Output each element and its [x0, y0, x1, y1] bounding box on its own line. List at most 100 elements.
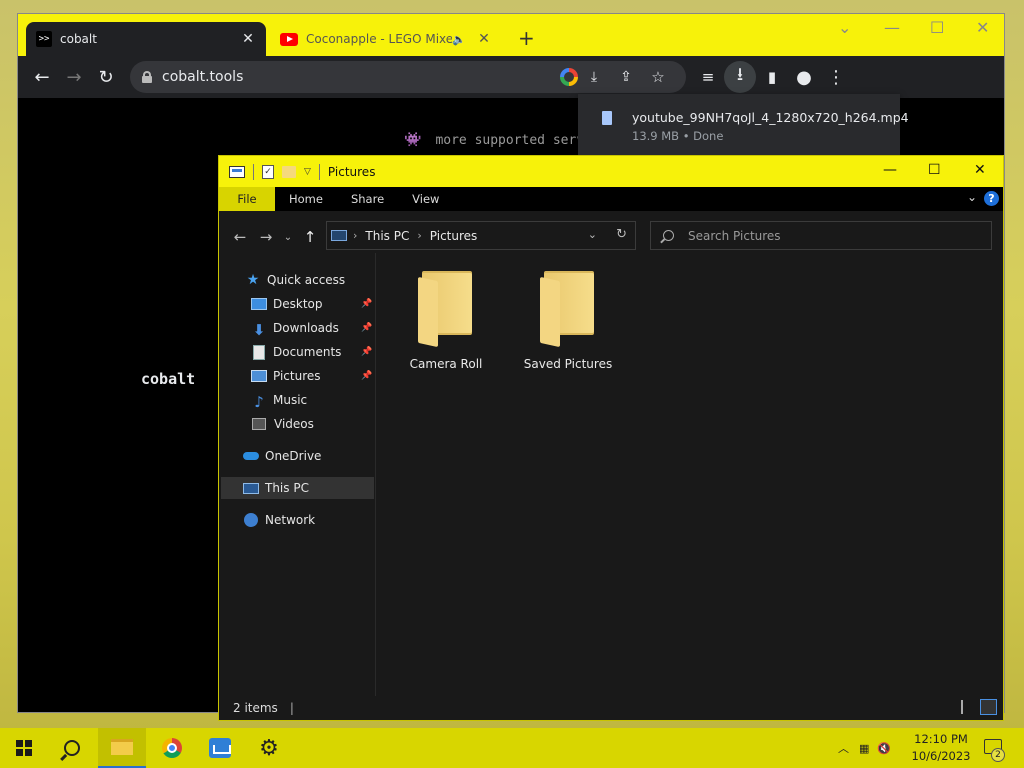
- nav-network[interactable]: Network: [243, 509, 315, 531]
- taskbar-settings[interactable]: ⚙: [245, 728, 293, 768]
- ribbon-tab-view[interactable]: View: [398, 187, 453, 211]
- network-tray-icon[interactable]: ▦: [859, 742, 869, 755]
- install-icon[interactable]: ⤓: [578, 61, 610, 93]
- youtube-icon: [280, 32, 298, 46]
- google-lens-icon[interactable]: [560, 68, 578, 86]
- details-view-icon[interactable]: [961, 700, 975, 714]
- taskbar: ⚙ ︿ ▦ 🔇 12:10 PM 10/6/2023 2: [0, 728, 1024, 768]
- bookmark-star-icon[interactable]: ☆: [642, 61, 674, 93]
- help-icon[interactable]: ?: [984, 191, 999, 206]
- chevron-right-icon[interactable]: ›: [353, 229, 357, 242]
- clock[interactable]: 12:10 PM 10/6/2023: [906, 731, 976, 765]
- pin-icon[interactable]: 📌: [361, 323, 372, 333]
- cobalt-logo: cobalt: [141, 370, 196, 388]
- large-icons-view-icon[interactable]: [980, 699, 997, 715]
- expand-ribbon-icon[interactable]: ⌄: [967, 190, 977, 204]
- media-control-icon[interactable]: ≡: [692, 61, 724, 93]
- taskbar-search-button[interactable]: [48, 728, 96, 768]
- close-tab-icon[interactable]: ✕: [240, 31, 256, 47]
- folder-camera-roll[interactable]: Camera Roll: [391, 271, 501, 371]
- pin-icon[interactable]: 📌: [361, 371, 372, 381]
- search-box[interactable]: Search Pictures: [650, 221, 992, 250]
- search-icon: [663, 230, 674, 241]
- supported-text: more supported serv: [435, 133, 585, 148]
- nav-quick-access[interactable]: ★ Quick access: [245, 269, 345, 291]
- nav-label: Network: [265, 513, 316, 527]
- forward-button[interactable]: →: [58, 61, 90, 93]
- recent-locations-icon[interactable]: ⌄: [279, 232, 297, 243]
- tab-youtube[interactable]: Coconapple - LEGO Mixels 🔈 ✕: [270, 22, 502, 56]
- volume-muted-icon[interactable]: 🔇: [877, 742, 891, 755]
- taskbar-file-explorer[interactable]: [98, 728, 146, 768]
- folder-saved-pictures[interactable]: Saved Pictures: [513, 271, 623, 371]
- nav-music[interactable]: ♪ Music: [251, 389, 307, 411]
- nav-documents[interactable]: Documents 📌: [251, 341, 376, 363]
- explorer-body: ★ Quick access Desktop 📌 ⬇ Downloads 📌 D…: [219, 253, 1003, 696]
- up-arrow-icon[interactable]: ↑: [297, 228, 323, 246]
- maximize-button[interactable]: ☐: [928, 162, 941, 178]
- nav-pictures[interactable]: Pictures 📌: [251, 365, 376, 387]
- cobalt-favicon-icon: >>: [36, 31, 52, 47]
- taskbar-app[interactable]: [196, 728, 244, 768]
- start-button[interactable]: [0, 728, 48, 768]
- profile-icon[interactable]: ●: [788, 61, 820, 93]
- lock-icon[interactable]: [142, 71, 152, 83]
- refresh-icon[interactable]: ↻: [616, 227, 627, 242]
- speaker-icon[interactable]: 🔈: [452, 33, 466, 46]
- breadcrumb-this-pc[interactable]: This PC: [365, 229, 409, 243]
- properties-icon[interactable]: ✓: [262, 164, 274, 179]
- minimize-button[interactable]: —: [883, 162, 897, 178]
- divider: |: [289, 701, 294, 715]
- share-icon[interactable]: ⇪: [610, 61, 642, 93]
- network-icon: [244, 513, 258, 527]
- side-panel-icon[interactable]: ▮: [756, 61, 788, 93]
- nav-desktop[interactable]: Desktop 📌: [251, 293, 376, 315]
- pin-icon[interactable]: 📌: [361, 299, 372, 309]
- divider: [318, 163, 320, 180]
- nav-downloads[interactable]: ⬇ Downloads 📌: [251, 317, 376, 339]
- minimize-button[interactable]: —: [884, 18, 900, 37]
- breadcrumb-pictures[interactable]: Pictures: [430, 229, 478, 243]
- close-button[interactable]: ✕: [974, 162, 986, 178]
- chevron-up-icon[interactable]: ︿: [838, 740, 849, 756]
- chevron-right-icon[interactable]: ›: [417, 229, 421, 242]
- forward-arrow-icon[interactable]: →: [253, 228, 279, 246]
- pin-icon[interactable]: 📌: [361, 347, 372, 357]
- ribbon-tab-share[interactable]: Share: [337, 187, 398, 211]
- window-icon[interactable]: [229, 165, 245, 178]
- maximize-button[interactable]: ☐: [930, 18, 944, 37]
- new-tab-button[interactable]: +: [518, 26, 535, 50]
- ribbon-tab-file[interactable]: File: [219, 187, 275, 211]
- supported-services-link[interactable]: 👾 more supported serv: [404, 132, 584, 148]
- nav-onedrive[interactable]: OneDrive: [243, 445, 321, 467]
- downloads-icon[interactable]: ⭳: [724, 61, 756, 93]
- customize-qat-icon[interactable]: ▽: [304, 167, 311, 177]
- nav-label: Videos: [274, 417, 314, 431]
- navigation-pane: ★ Quick access Desktop 📌 ⬇ Downloads 📌 D…: [219, 253, 376, 696]
- close-tab-icon[interactable]: ✕: [476, 31, 492, 47]
- download-filename[interactable]: youtube_99NH7qoJl_4_1280x720_h264.mp4: [632, 110, 909, 125]
- address-bar[interactable]: › This PC › Pictures ⌄ ↻: [326, 221, 636, 250]
- address-dropdown-icon[interactable]: ⌄: [588, 228, 597, 241]
- windows-logo-icon: [16, 740, 32, 756]
- tab-strip: >> cobalt ✕ Coconapple - LEGO Mixels 🔈 ✕…: [18, 14, 1004, 56]
- tab-search-icon[interactable]: ⌄: [838, 18, 851, 37]
- taskbar-chrome[interactable]: [148, 728, 196, 768]
- file-icon: [602, 111, 612, 125]
- ribbon-tab-home[interactable]: Home: [275, 187, 337, 211]
- download-bubble[interactable]: youtube_99NH7qoJl_4_1280x720_h264.mp4 13…: [578, 94, 909, 156]
- back-button[interactable]: ←: [26, 61, 58, 93]
- download-status: 13.9 MB • Done: [632, 129, 724, 143]
- close-window-button[interactable]: ✕: [976, 18, 989, 37]
- nav-this-pc[interactable]: This PC: [221, 477, 374, 499]
- nav-videos[interactable]: Videos: [251, 413, 314, 435]
- address-bar[interactable]: cobalt.tools ⤓ ⇪ ☆: [130, 61, 686, 93]
- menu-icon[interactable]: ⋮: [820, 61, 852, 93]
- back-arrow-icon[interactable]: ←: [227, 228, 253, 246]
- tab-cobalt[interactable]: >> cobalt ✕: [26, 22, 266, 56]
- new-folder-icon[interactable]: [282, 165, 296, 178]
- folder-label: Saved Pictures: [523, 357, 613, 371]
- reload-button[interactable]: ↻: [90, 61, 122, 93]
- nav-label: This PC: [265, 481, 309, 495]
- nav-label: Pictures: [273, 369, 321, 383]
